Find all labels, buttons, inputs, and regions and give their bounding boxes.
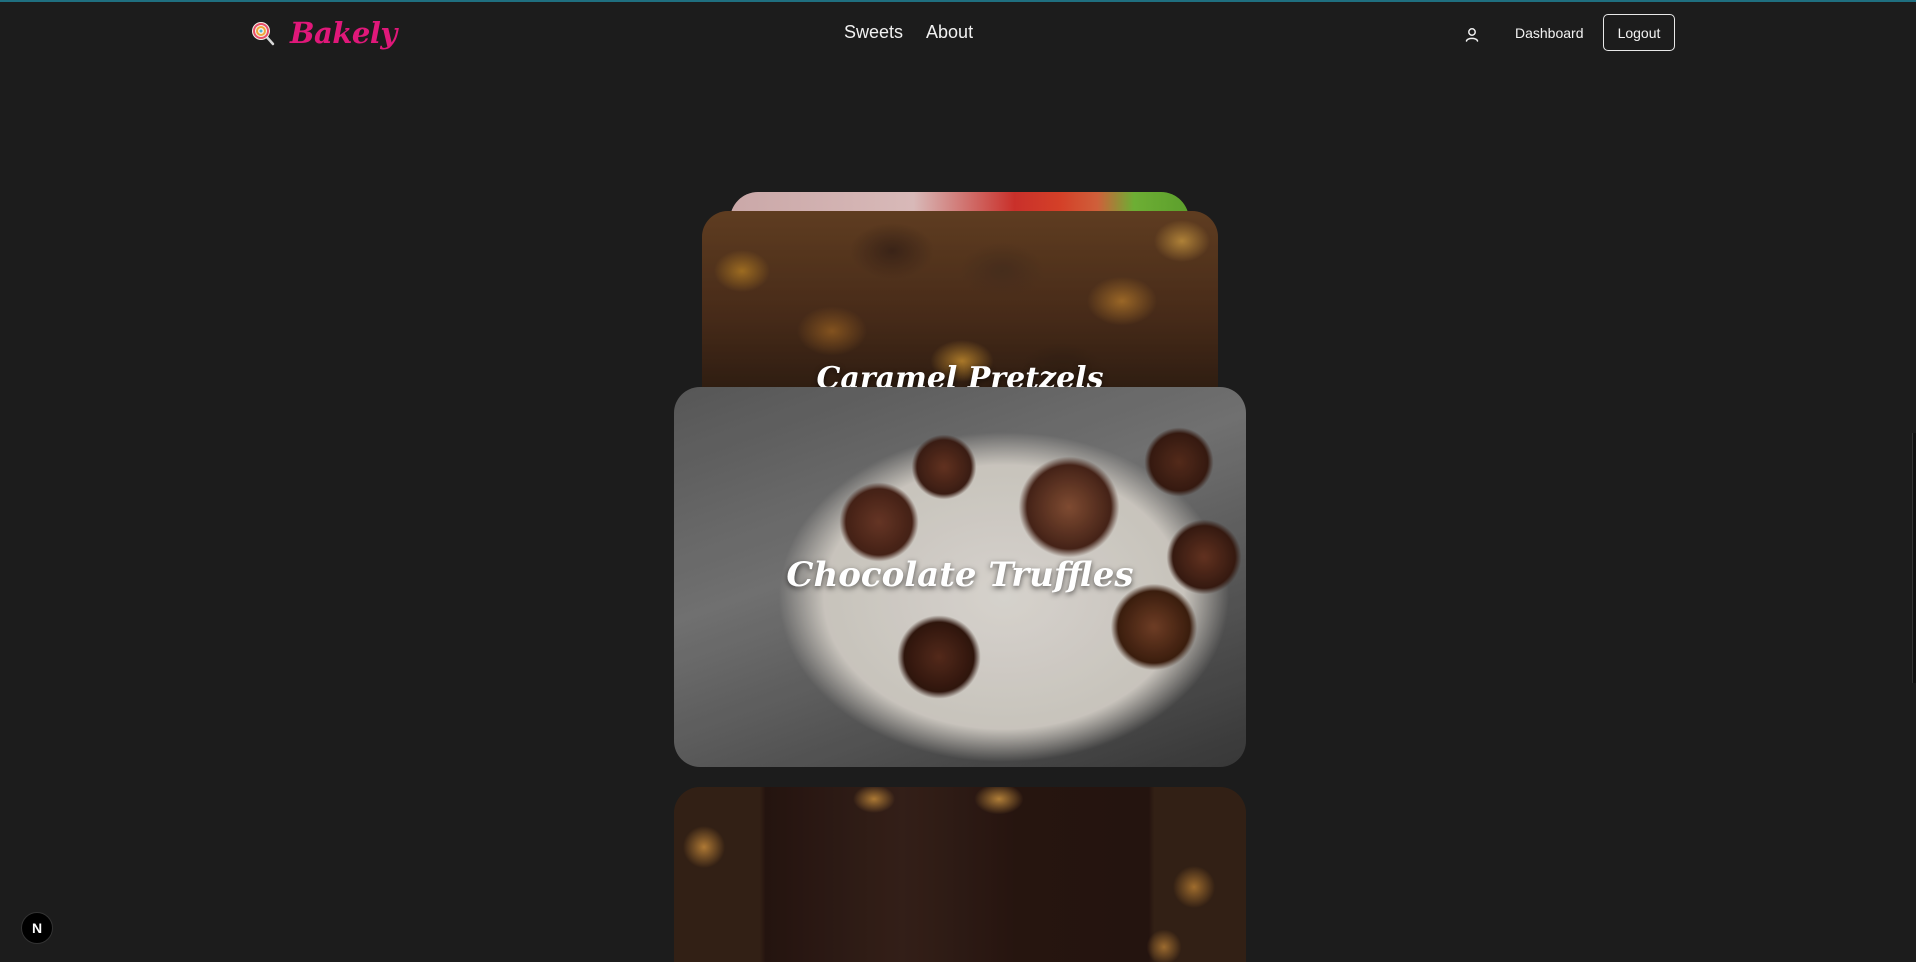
brand-name: Bakely xyxy=(290,16,397,50)
nav-link-about[interactable]: About xyxy=(926,22,973,43)
dev-tools-badge[interactable]: N xyxy=(21,912,53,944)
site-header: Bakely Sweets About Dashboard Logout xyxy=(0,2,1916,62)
main-nav: Sweets About xyxy=(844,22,973,43)
card-title: Chocolate Truffles xyxy=(786,555,1134,595)
lollipop-icon xyxy=(250,20,276,46)
dashboard-link[interactable]: Dashboard xyxy=(1515,25,1584,41)
sweet-card-brownie[interactable] xyxy=(674,787,1246,962)
logo[interactable]: Bakely xyxy=(250,16,397,50)
logout-button[interactable]: Logout xyxy=(1603,14,1675,51)
user-icon[interactable] xyxy=(1462,25,1482,45)
scrollbar[interactable] xyxy=(1912,433,1916,683)
nav-link-sweets[interactable]: Sweets xyxy=(844,22,903,43)
sweet-card-caramel-pretzels[interactable]: Caramel Pretzels xyxy=(702,211,1218,387)
card-title: Caramel Pretzels xyxy=(816,361,1104,387)
sweet-card-chocolate-truffles[interactable]: Chocolate Truffles xyxy=(674,387,1246,767)
